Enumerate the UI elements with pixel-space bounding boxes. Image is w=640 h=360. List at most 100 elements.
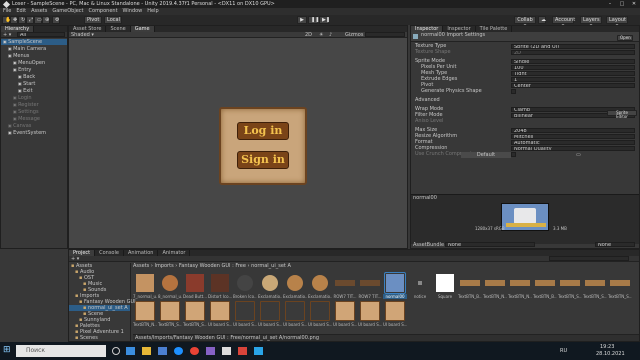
asset-thumbnail[interactable] <box>160 301 180 321</box>
move-tool-button[interactable]: ✥ <box>10 16 18 24</box>
file-explorer-icon[interactable] <box>142 347 151 355</box>
assetbundle-dropdown[interactable]: None <box>445 242 535 247</box>
asset-thumbnail[interactable] <box>360 273 380 293</box>
hand-tool-button[interactable]: ✋ <box>2 16 11 24</box>
asset-thumbnail[interactable] <box>435 273 455 293</box>
checkbox[interactable] <box>511 152 516 157</box>
minimize-icon[interactable]: – <box>604 0 616 8</box>
taskbar-search-input[interactable]: Поиск <box>16 345 106 357</box>
menu-item-assets[interactable]: Assets <box>31 8 47 15</box>
field-value-12[interactable]: 2048 <box>511 128 635 133</box>
mail-icon[interactable] <box>158 347 167 355</box>
account-dropdown[interactable]: Account ▾ <box>552 16 575 29</box>
hierarchy-item[interactable]: ▣ Message <box>1 116 67 122</box>
open-button[interactable]: Open <box>617 35 633 41</box>
media-icon[interactable] <box>238 347 247 355</box>
hierarchy-item[interactable]: ▣ Entry <box>1 67 67 73</box>
signin-button[interactable]: Sign in <box>237 151 289 169</box>
asset-thumbnail[interactable] <box>310 301 330 321</box>
cloud-icon[interactable]: ☁ <box>538 16 546 24</box>
maximize-icon[interactable]: □ <box>616 0 628 8</box>
asset-thumbnail[interactable] <box>135 273 155 293</box>
2d-toggle[interactable]: 2D <box>305 32 312 38</box>
telegram-icon[interactable] <box>254 347 263 355</box>
asset-thumbnail[interactable] <box>285 273 305 293</box>
hierarchy-item[interactable]: ▣ Main Camera <box>1 46 67 52</box>
asset-thumbnail[interactable] <box>560 273 580 293</box>
rotate-tool-button[interactable]: ↻ <box>18 16 26 24</box>
lighting-toggle[interactable]: ☀ <box>319 32 323 38</box>
audio-toggle[interactable]: ♪ <box>329 32 332 38</box>
hierarchy-item[interactable]: ▣ Login <box>1 95 67 101</box>
field-value-15[interactable]: Normal Quality <box>511 146 635 151</box>
menu-item-edit[interactable]: Edit <box>16 8 26 15</box>
asset-thumbnail[interactable] <box>485 273 505 293</box>
asset-thumbnail[interactable] <box>210 301 230 321</box>
menu-item-component[interactable]: Component <box>89 8 118 15</box>
project-folder[interactable]: ▪ Scenes <box>69 335 130 341</box>
breadcrumb-item[interactable]: Imports <box>154 263 173 269</box>
monitor-icon[interactable]: ▭ <box>576 152 581 158</box>
asset-thumbnail[interactable] <box>510 273 530 293</box>
menu-item-file[interactable]: File <box>3 8 11 15</box>
windows-start-icon[interactable]: ⊞ <box>3 346 12 355</box>
asset-thumbnail[interactable] <box>535 273 555 293</box>
custom-tool-button[interactable]: ⚙ <box>52 16 60 24</box>
create-button[interactable]: + ▾ <box>3 32 11 38</box>
sprite-editor-button[interactable]: Sprite Editor <box>607 110 637 119</box>
taskbar-app-icon[interactable] <box>126 347 135 355</box>
asset-thumbnail[interactable] <box>385 301 405 321</box>
hierarchy-item[interactable]: ▣ MenuOpen <box>1 60 67 66</box>
asset-thumbnail[interactable] <box>585 273 605 293</box>
field-value-5[interactable]: 1 <box>511 77 635 82</box>
shaded-dropdown[interactable]: Shaded ▾ <box>71 32 94 38</box>
chrome-icon[interactable] <box>190 347 199 355</box>
browser-icon[interactable] <box>174 347 183 355</box>
project-search-input[interactable] <box>549 256 629 261</box>
asset-thumbnail[interactable] <box>310 273 330 293</box>
hierarchy-item[interactable]: ▣ Canvas <box>1 123 67 129</box>
scale-tool-button[interactable]: ⤢ <box>26 16 34 24</box>
pivot-toggle[interactable]: Pivot <box>84 16 102 24</box>
asset-thumbnail[interactable] <box>460 273 480 293</box>
task-view-icon[interactable] <box>112 347 120 355</box>
unity-taskbar-icon[interactable] <box>222 347 231 355</box>
rect-tool-button[interactable]: ▭ <box>34 16 42 24</box>
layers-dropdown[interactable]: Layers ▾ <box>580 16 602 29</box>
checkbox[interactable] <box>511 89 516 94</box>
field-value-2[interactable]: Single <box>511 59 635 64</box>
login-button[interactable]: Log in <box>237 122 289 140</box>
asset-thumbnail[interactable] <box>210 273 230 293</box>
hierarchy-item[interactable]: ▣ Start <box>1 81 67 87</box>
collab-dropdown[interactable]: Collab ▾ <box>514 16 536 29</box>
hierarchy-item[interactable]: ▣ Back <box>1 74 67 80</box>
hierarchy-item[interactable]: ▣ EventSystem <box>1 130 67 136</box>
local-toggle[interactable]: Local <box>104 16 122 24</box>
step-button[interactable]: ▶❚ <box>319 16 330 24</box>
asset-thumbnail[interactable] <box>384 272 406 294</box>
asset-thumbnail[interactable] <box>335 301 355 321</box>
breadcrumb-item[interactable]: Fantasy Wooden GUI : Free <box>179 263 246 269</box>
pause-button[interactable]: ❚❚ <box>308 16 319 24</box>
menu-item-gameobject[interactable]: GameObject <box>52 8 83 15</box>
field-value-14[interactable]: Automatic <box>511 140 635 145</box>
hierarchy-item[interactable]: ▣ Settings <box>1 109 67 115</box>
field-value-4[interactable]: Tight <box>511 71 635 76</box>
layout-dropdown[interactable]: Layout ▾ <box>606 16 628 29</box>
close-icon[interactable]: ✕ <box>628 0 640 8</box>
language-indicator[interactable]: RU <box>560 348 567 354</box>
asset-thumbnail[interactable] <box>260 301 280 321</box>
field-value-3[interactable]: 100 <box>511 65 635 70</box>
field-value-6[interactable]: Center <box>511 83 635 88</box>
asset-thumbnail[interactable] <box>185 273 205 293</box>
field-value-0[interactable]: Sprite (2D and UI) <box>511 44 635 49</box>
field-value-13[interactable]: Mitchell <box>511 134 635 139</box>
breadcrumb-item[interactable]: Assets <box>133 263 149 269</box>
project-create-button[interactable]: + ▾ <box>71 256 79 262</box>
hierarchy-item[interactable]: ▣ Register <box>1 102 67 108</box>
asset-thumbnail[interactable] <box>285 301 305 321</box>
asset-thumbnail[interactable] <box>335 273 355 293</box>
field-value-1[interactable]: 2D <box>511 50 635 55</box>
assetbundle-variant-dropdown[interactable]: None <box>595 242 635 247</box>
menu-item-window[interactable]: Window <box>123 8 143 15</box>
